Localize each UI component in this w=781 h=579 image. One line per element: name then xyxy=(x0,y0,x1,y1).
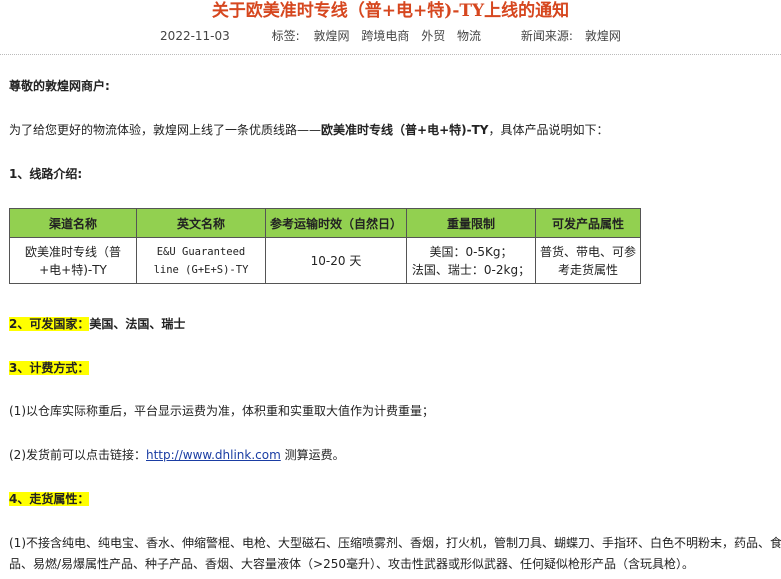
tag-link[interactable]: 敦煌网 xyxy=(314,29,350,43)
weight-us: 美国：0-5Kg； xyxy=(429,244,513,259)
source-label: 新闻来源: xyxy=(520,29,573,43)
tags-label: 标签: xyxy=(271,29,300,43)
section-heading-countries: 2、可发国家： xyxy=(9,317,90,331)
publish-date: 2022-11-03 xyxy=(160,29,230,43)
greeting: 尊敬的敦煌网商户: xyxy=(9,79,110,93)
billing-rule-2: (2)发货前可以点击链接：http://www.dhlink.com 测算运费。 xyxy=(9,446,345,464)
calculator-link[interactable]: http://www.dhlink.com xyxy=(146,448,281,462)
section-heading-billing: 3、计费方式： xyxy=(9,361,90,375)
section-cargo: 4、走货属性： xyxy=(9,490,90,508)
cell-channel: 欧美准时专线（普+电+特)-TY xyxy=(9,237,137,284)
intro-suffix: ，具体产品说明如下： xyxy=(488,123,609,137)
tag-link[interactable]: 物流 xyxy=(457,29,481,43)
table-header: 重量限制 xyxy=(406,208,536,238)
section-countries: 2、可发国家：美国、法国、瑞士 xyxy=(9,315,185,333)
cargo-rule-line-1: (1)不接含纯电、纯电宝、香水、伸缩警棍、电枪、大型磁石、压缩喷雾剂、香烟，打火… xyxy=(9,536,781,550)
table-header: 渠道名称 xyxy=(9,208,137,238)
billing-rule-1: (1)以仓库实际称重后，平台显示运费为准，体积重和实重取大值作为计费重量； xyxy=(9,404,435,418)
route-name: 欧美准时专线（普+电+特)-TY xyxy=(321,123,489,137)
table-header-row: 渠道名称 英文名称 参考运输时效（自然日） 重量限制 可发产品属性 xyxy=(9,208,641,238)
country-list: 美国、法国、瑞士 xyxy=(89,317,186,331)
source-name: 敦煌网 xyxy=(584,29,621,43)
cell-attributes: 普货、带电、可参考走货属性 xyxy=(535,237,641,284)
table-header: 英文名称 xyxy=(136,208,266,238)
section-heading-route: 1、线路介绍: xyxy=(9,167,83,181)
route-table: 渠道名称 英文名称 参考运输时效（自然日） 重量限制 可发产品属性 欧美准时专线… xyxy=(9,208,641,284)
cell-transit-time: 10-20 天 xyxy=(265,237,407,284)
weight-fr-ch: 法国、瑞士：0-2kg； xyxy=(411,262,531,277)
page-title: 关于欧美准时专线（普+电+特)-TY上线的通知 xyxy=(211,1,570,21)
intro-paragraph: 为了给您更好的物流体验，敦煌网上线了一条优质线路——欧美准时专线（普+电+特)-… xyxy=(9,121,608,139)
tag-link[interactable]: 跨境电商 xyxy=(361,29,409,43)
table-header: 可发产品属性 xyxy=(535,208,641,238)
cell-english-name: E&U Guaranteed line (G+E+S)-TY xyxy=(136,237,266,284)
table-row: 欧美准时专线（普+电+特)-TY E&U Guaranteed line (G+… xyxy=(9,237,641,284)
section-heading-cargo: 4、走货属性： xyxy=(9,492,90,506)
article-meta: 2022-11-03 标签: 敦煌网 跨境电商 外贸 物流 新闻来源: 敦煌网 xyxy=(0,27,781,44)
billing-rule-prefix: (2)发货前可以点击链接： xyxy=(9,448,146,462)
section-billing: 3、计费方式： xyxy=(9,359,90,377)
divider xyxy=(0,54,781,55)
intro-prefix: 为了给您更好的物流体验，敦煌网上线了一条优质线路—— xyxy=(9,123,322,137)
cell-weight-limit: 美国：0-5Kg； 法国、瑞士：0-2kg； xyxy=(406,237,536,284)
table-header: 参考运输时效（自然日） xyxy=(265,208,407,238)
cargo-rule-line-2: 品、易燃/易爆属性产品、种子产品、香烟、大容量液体（>250毫升）、攻击性武器或… xyxy=(9,557,695,571)
billing-rule-suffix: 测算运费。 xyxy=(280,448,345,462)
tag-link[interactable]: 外贸 xyxy=(421,29,445,43)
